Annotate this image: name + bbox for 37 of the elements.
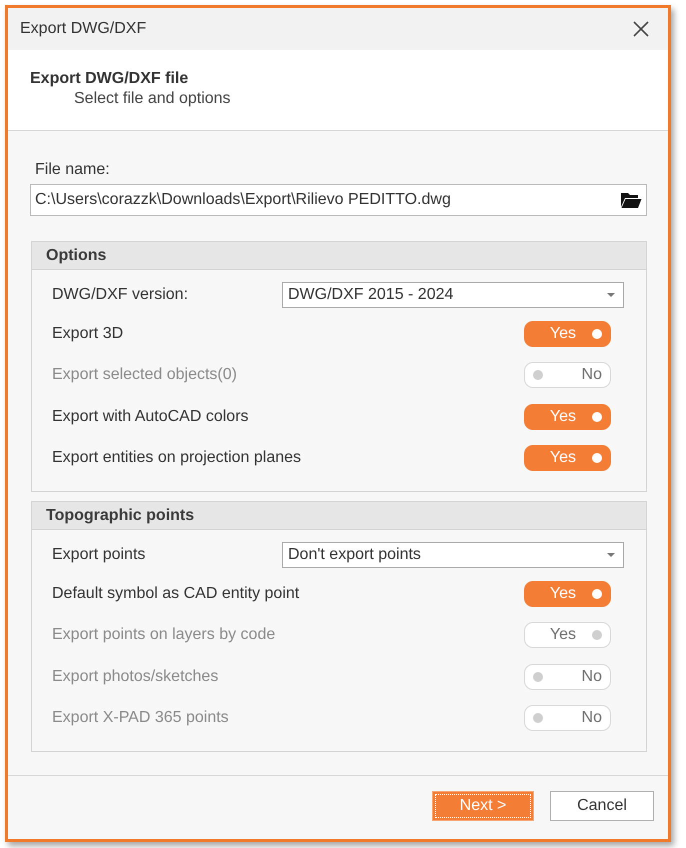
option-label: Default symbol as CAD entity point (52, 584, 300, 603)
folder-icon[interactable] (620, 191, 642, 209)
field-label: File name: (35, 160, 110, 179)
option-label: Export photos/sketches (52, 668, 218, 686)
switch-knob-icon (533, 713, 543, 724)
toggle-switch[interactable]: Yes (524, 320, 611, 347)
caret-icon (607, 293, 615, 297)
header-title: Export DWG/DXF file (30, 70, 188, 88)
header-subtitle: Select file and options (74, 90, 231, 108)
switch-knob-icon (533, 370, 543, 380)
option-label: Export 3D (52, 324, 124, 343)
cancel-button[interactable]: Cancel (550, 791, 654, 821)
switch-knob-icon (533, 672, 543, 682)
window-title: Export DWG/DXF (20, 20, 146, 38)
switch-knob-icon (592, 453, 602, 464)
toggle-switch[interactable]: Yes (524, 404, 611, 430)
toggle-switch[interactable]: Yes (524, 445, 611, 472)
toggle-switch[interactable]: Yes (524, 580, 611, 607)
group-title: Options (46, 246, 106, 264)
file-path-field[interactable]: C:\Users\corazzk\Downloads\Export\Rilievo PEDITTO.dwg (30, 184, 647, 216)
group-title: Topographic points (46, 506, 194, 524)
switch-knob-icon (592, 588, 602, 599)
switch-knob-icon (592, 412, 602, 422)
close-icon (633, 21, 649, 37)
option-label: Export points (52, 546, 146, 564)
dropdown[interactable]: Don't export points (282, 542, 624, 568)
dropdown[interactable]: DWG/DXF 2015 - 2024 (282, 282, 624, 308)
option-label: DWG/DXF version: (52, 286, 188, 304)
switch-knob-icon (592, 328, 602, 339)
switch-knob-icon (592, 630, 602, 640)
option-label: Export selected objects(0) (52, 366, 237, 384)
option-label: Export X-PAD 365 points (52, 709, 229, 728)
caret-icon (607, 553, 615, 557)
option-label: Export entities on projection planes (52, 449, 302, 468)
next-button[interactable]: Next > (432, 791, 534, 821)
option-label: Export with AutoCAD colors (52, 408, 249, 426)
option-label: Export points on layers by code (52, 626, 276, 644)
